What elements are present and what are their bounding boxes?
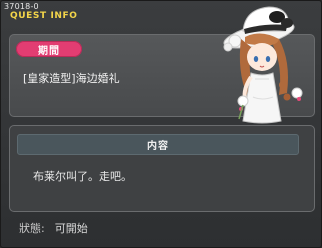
npc-bride-portrait-icon [223,6,303,124]
quest-id: 37018-0 [4,2,39,11]
event-name: [皇家造型]海边婚礼 [23,72,120,85]
quest-status: 狀態: 可開始 [19,220,88,236]
content-header: 内容 [17,134,299,155]
quest-info-window: 37018-0 QUEST INFO 期間 [皇家造型]海边婚礼 内容 布莱尔叫… [0,0,322,248]
status-label: 狀態: [19,222,45,235]
window-title: QUEST INFO [10,11,78,21]
quest-dialog-text: 布莱尔叫了。走吧。 [33,170,132,183]
status-value: 可開始 [54,222,88,235]
period-badge: 期間 [16,41,82,57]
